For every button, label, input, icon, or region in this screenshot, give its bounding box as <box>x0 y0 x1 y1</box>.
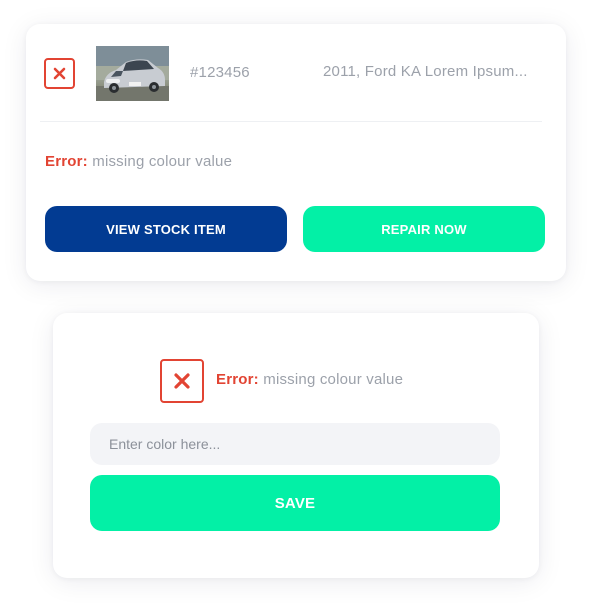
error-label: Error: <box>45 153 88 170</box>
error-label: Error: <box>216 371 259 388</box>
view-stock-item-button[interactable]: VIEW STOCK ITEM <box>45 206 287 252</box>
save-button[interactable]: SAVE <box>90 475 500 531</box>
color-input[interactable] <box>90 423 500 465</box>
stock-item-card: #123456 2011, Ford KA Lorem Ipsum... Err… <box>26 24 566 281</box>
divider <box>40 121 542 122</box>
error-status-icon <box>44 58 75 89</box>
error-text: missing colour value <box>92 153 233 170</box>
page: #123456 2011, Ford KA Lorem Ipsum... Err… <box>0 0 597 611</box>
close-icon <box>53 67 66 80</box>
close-icon <box>174 373 190 389</box>
car-photo-icon <box>96 46 169 101</box>
car-thumbnail <box>96 46 169 101</box>
stock-id: #123456 <box>190 64 250 81</box>
error-message: Error: missing colour value <box>216 371 403 388</box>
repair-card: Error: missing colour value SAVE <box>53 313 539 578</box>
error-status-icon <box>160 359 204 403</box>
vehicle-title: 2011, Ford KA Lorem Ipsum... <box>323 63 528 80</box>
error-message: Error: missing colour value <box>45 153 232 170</box>
error-text: missing colour value <box>263 371 404 388</box>
repair-now-button[interactable]: REPAIR NOW <box>303 206 545 252</box>
